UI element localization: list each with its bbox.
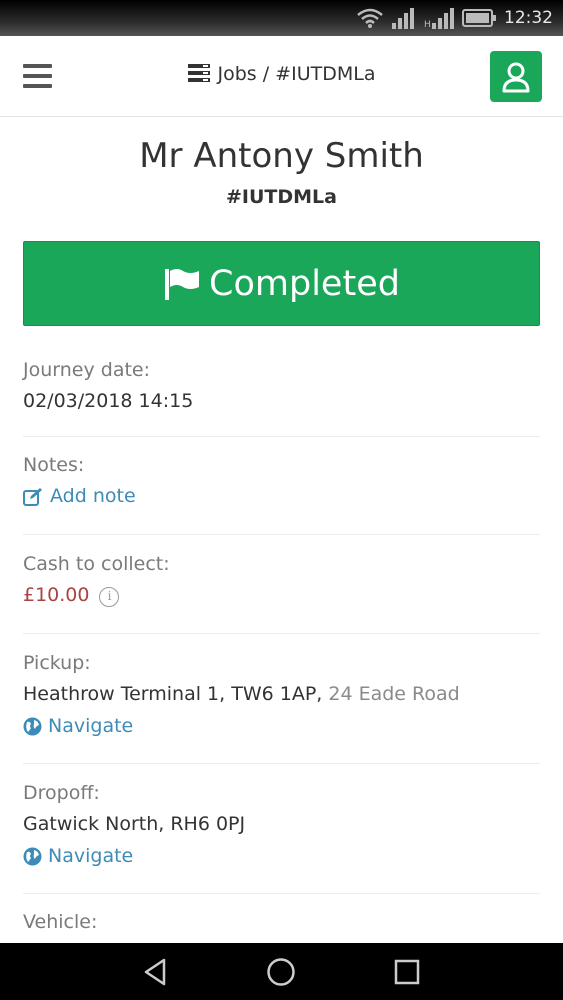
pickup-address: 24 Eade Road [328,683,460,705]
status-text: Completed [209,263,400,304]
cash-label: Cash to collect: [23,553,170,575]
status-time: 12:32 [504,8,553,28]
navigation-bar [0,943,563,1000]
pickup-label: Pickup: [23,652,91,674]
edit-icon [23,487,42,506]
app-header: Jobs / #IUTDMLa [0,36,563,117]
globe-icon [23,717,42,735]
add-note-link[interactable]: Add note [23,485,136,507]
journey-date-value: 02/03/2018 14:15 [23,390,194,412]
add-note-label: Add note [50,485,136,507]
vehicle-field: Vehicle: [23,911,540,943]
signal-icon [392,8,414,29]
status-bar: H 12:32 [0,0,563,36]
info-icon[interactable]: i [99,587,120,607]
cash-value: £10.00 [23,584,90,606]
dropoff-place: Gatwick North, RH6 0PJ [23,813,246,835]
signal-icon: H [424,8,454,29]
pickup-navigate-link[interactable]: Navigate [23,715,133,737]
wifi-icon [357,8,383,28]
globe-icon [23,847,42,865]
server-list-icon [187,64,210,82]
notes-field: Notes: Add note [23,454,540,535]
customer-name: Mr Antony Smith [139,136,424,176]
dropoff-label: Dropoff: [23,782,100,804]
breadcrumb-text[interactable]: Jobs / #IUTDMLa [218,63,376,85]
flag-icon [165,268,200,300]
user-icon [502,62,530,92]
journey-date-field: Journey date: 02/03/2018 14:15 [23,359,540,437]
status-icons: H 12:32 [356,6,553,30]
back-icon[interactable] [140,956,172,988]
dropoff-navigate-label: Navigate [48,845,134,867]
vehicle-label: Vehicle: [23,911,98,933]
recents-icon[interactable] [391,956,423,988]
svg-text:H: H [424,20,431,29]
dropoff-field: Dropoff: Gatwick North, RH6 0PJ Navigate [23,782,540,894]
pickup-field: Pickup: Heathrow Terminal 1, TW6 1AP, 24… [23,652,540,764]
journey-date-label: Journey date: [23,359,151,381]
user-button[interactable] [490,51,542,102]
breadcrumb: Jobs / #IUTDMLa [0,63,563,85]
battery-icon [462,9,496,27]
pickup-place: Heathrow Terminal 1, TW6 1AP, [23,683,323,705]
dropoff-navigate-link[interactable]: Navigate [23,845,133,867]
job-detail: Mr Antony Smith #IUTDMLa Completed Journ… [0,117,563,943]
home-icon[interactable] [265,956,297,988]
notes-label: Notes: [23,454,85,476]
cash-field: Cash to collect: £10.00 i [23,553,540,634]
job-reference: #IUTDMLa [226,186,337,208]
status-banner: Completed [23,241,540,326]
pickup-navigate-label: Navigate [48,715,134,737]
